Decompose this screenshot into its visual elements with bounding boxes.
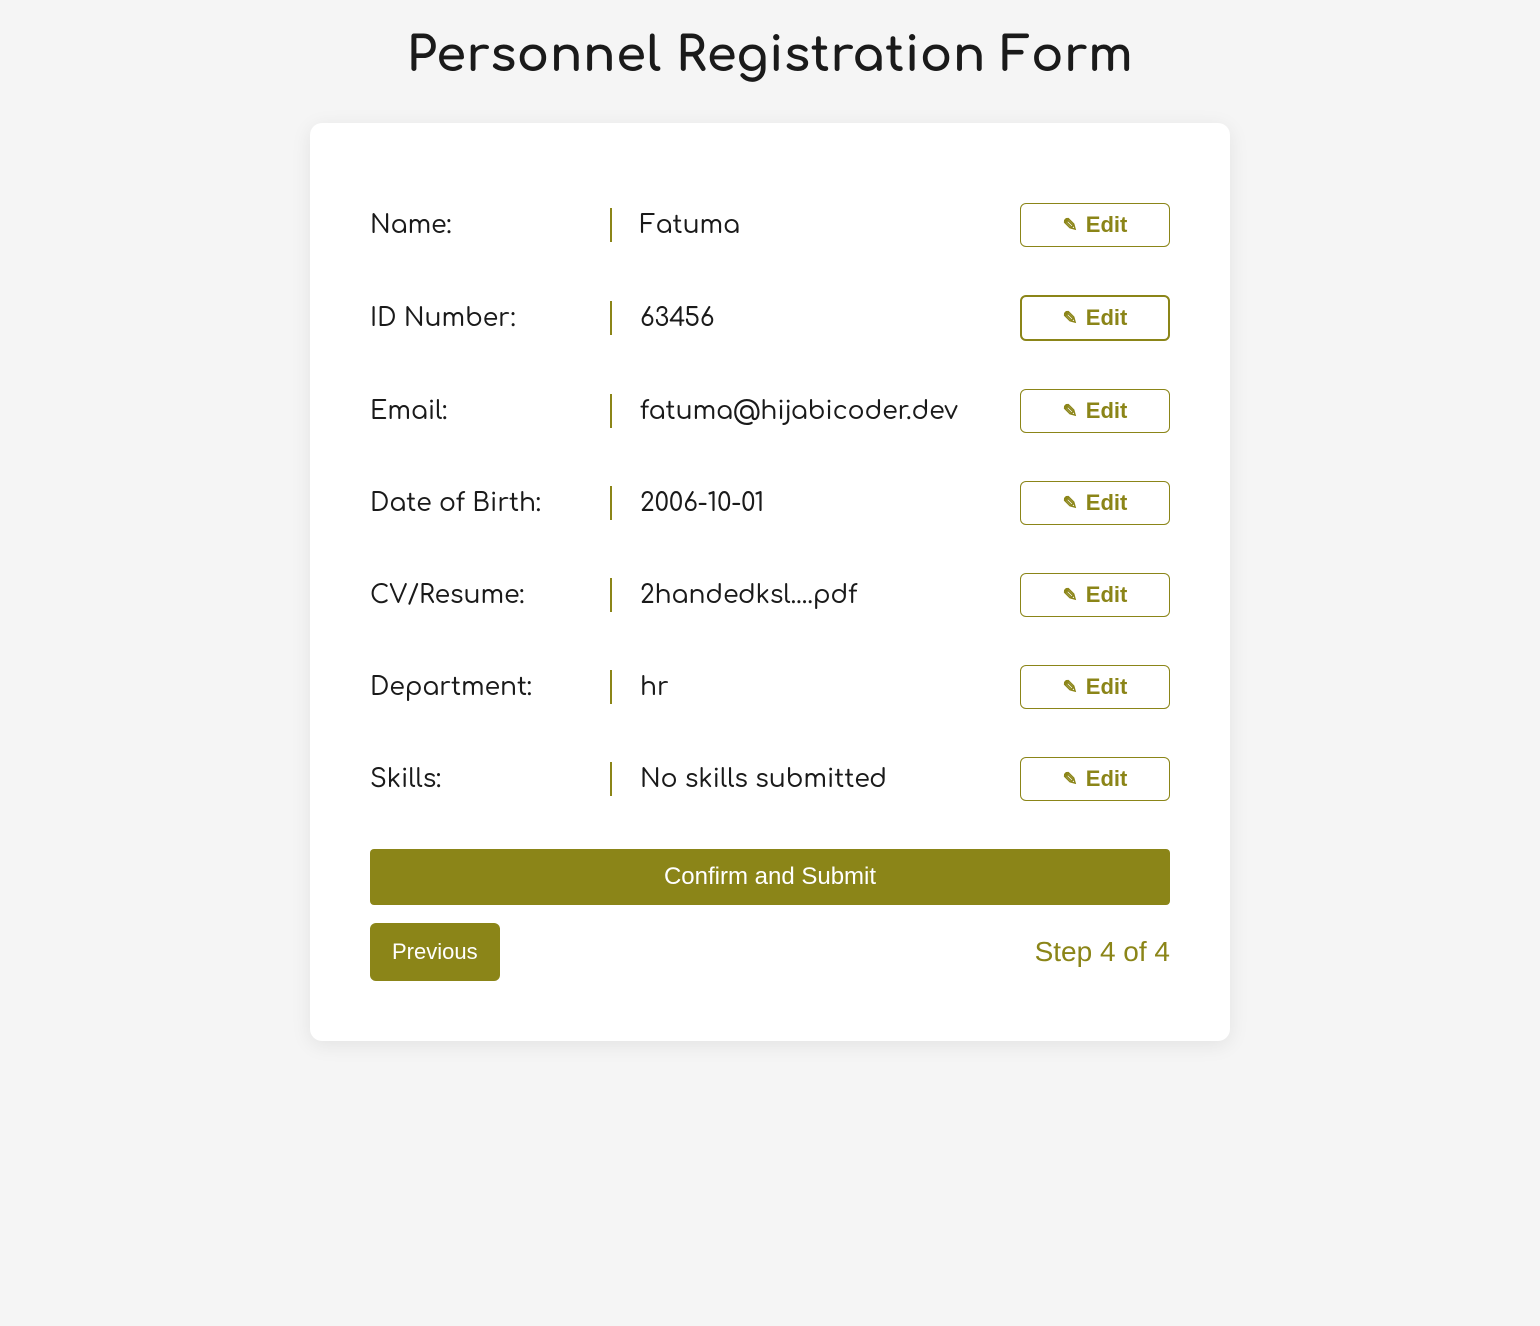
confirm-submit-button[interactable]: Confirm and Submit (370, 849, 1170, 905)
field-value-email: fatuma@hijabicoder.dev (610, 394, 1010, 428)
edit-button-label: Edit (1086, 766, 1128, 792)
field-row-dob: Date of Birth: 2006-10-01 ✎ Edit (370, 481, 1170, 525)
field-row-cv: CV/Resume: 2handedksl....pdf ✎ Edit (370, 573, 1170, 617)
field-label-skills: Skills: (370, 765, 610, 793)
edit-button-name[interactable]: ✎ Edit (1020, 203, 1170, 247)
field-label-department: Department: (370, 673, 610, 701)
field-row-skills: Skills: No skills submitted ✎ Edit (370, 757, 1170, 801)
edit-button-label: Edit (1086, 212, 1128, 238)
field-row-name: Name: Fatuma ✎ Edit (370, 203, 1170, 247)
page-title: Personnel Registration Form (0, 30, 1540, 83)
edit-button-label: Edit (1086, 490, 1128, 516)
footer-row: Previous Step 4 of 4 (370, 923, 1170, 981)
field-value-name: Fatuma (610, 208, 1010, 242)
field-value-skills: No skills submitted (610, 762, 1010, 796)
edit-button-department[interactable]: ✎ Edit (1020, 665, 1170, 709)
edit-button-dob[interactable]: ✎ Edit (1020, 481, 1170, 525)
field-row-department: Department: hr ✎ Edit (370, 665, 1170, 709)
edit-button-label: Edit (1086, 582, 1128, 608)
pencil-icon: ✎ (1063, 308, 1078, 329)
field-value-cv: 2handedksl....pdf (610, 578, 1010, 612)
field-value-dob: 2006-10-01 (610, 486, 1010, 520)
form-card: Name: Fatuma ✎ Edit ID Number: 63456 ✎ E… (310, 123, 1230, 1041)
field-label-id: ID Number: (370, 304, 610, 332)
pencil-icon: ✎ (1063, 401, 1078, 422)
field-row-id: ID Number: 63456 ✎ Edit (370, 295, 1170, 341)
pencil-icon: ✎ (1063, 493, 1078, 514)
edit-button-cv[interactable]: ✎ Edit (1020, 573, 1170, 617)
pencil-icon: ✎ (1063, 769, 1078, 790)
field-label-cv: CV/Resume: (370, 581, 610, 609)
step-indicator: Step 4 of 4 (1035, 936, 1170, 968)
field-label-dob: Date of Birth: (370, 489, 610, 517)
pencil-icon: ✎ (1063, 585, 1078, 606)
edit-button-label: Edit (1086, 305, 1128, 331)
edit-button-skills[interactable]: ✎ Edit (1020, 757, 1170, 801)
field-row-email: Email: fatuma@hijabicoder.dev ✎ Edit (370, 389, 1170, 433)
field-label-name: Name: (370, 211, 610, 239)
field-value-id: 63456 (610, 301, 1010, 335)
edit-button-id[interactable]: ✎ Edit (1020, 295, 1170, 341)
edit-button-label: Edit (1086, 398, 1128, 424)
edit-button-label: Edit (1086, 674, 1128, 700)
previous-button[interactable]: Previous (370, 923, 500, 981)
pencil-icon: ✎ (1063, 677, 1078, 698)
edit-button-email[interactable]: ✎ Edit (1020, 389, 1170, 433)
pencil-icon: ✎ (1063, 215, 1078, 236)
field-value-department: hr (610, 670, 1010, 704)
field-label-email: Email: (370, 397, 610, 425)
